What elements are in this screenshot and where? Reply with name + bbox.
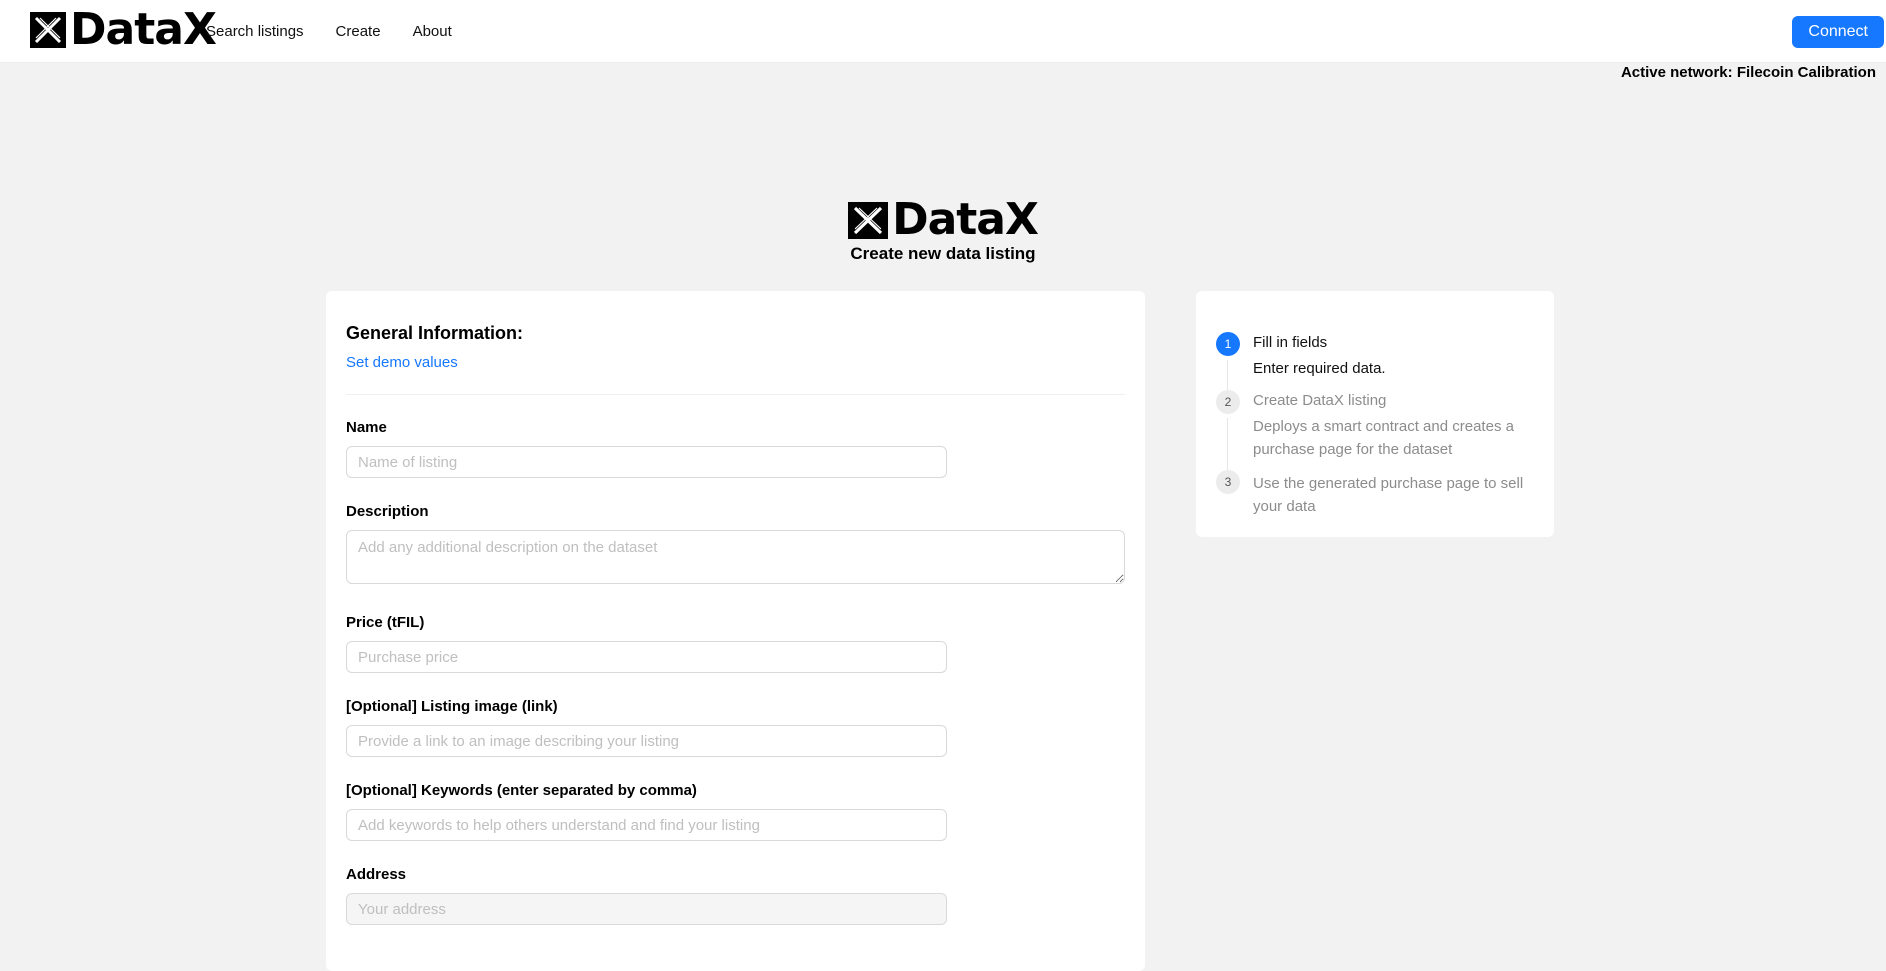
price-input[interactable] (346, 641, 947, 673)
price-field-group: Price (tFIL) (346, 614, 1125, 673)
step-1: 1 Fill in fields Enter required data. (1216, 332, 1536, 390)
address-input (346, 893, 947, 925)
steps-card: 1 Fill in fields Enter required data. 2 … (1196, 291, 1554, 537)
step-number: 2 (1216, 390, 1240, 414)
page-header: DataX Create new data listing (0, 194, 1886, 264)
divider (346, 394, 1125, 395)
name-input[interactable] (346, 446, 947, 478)
connect-button[interactable]: Connect (1792, 16, 1884, 48)
top-navbar: DataX Search listings Create About Conne… (0, 0, 1886, 63)
step-2: 2 Create DataX listing Deploys a smart c… (1216, 390, 1536, 470)
hero-brand-name: DataX (892, 194, 1039, 245)
address-label: Address (346, 866, 407, 883)
image-link-input[interactable] (346, 725, 947, 757)
step-description: Enter required data. (1253, 360, 1386, 377)
page-title: Create new data listing (850, 243, 1036, 263)
name-label: Name (346, 419, 387, 436)
keywords-input[interactable] (346, 809, 947, 841)
brand-name: DataX (70, 4, 217, 55)
address-field-group: Address (346, 866, 1125, 925)
keywords-field-group: [Optional] Keywords (enter separated by … (346, 782, 1125, 841)
datax-x-logo-icon (30, 12, 66, 48)
price-label: Price (tFIL) (346, 614, 425, 631)
description-label: Description (346, 503, 429, 520)
step-3: 3 Use the generated purchase page to sel… (1216, 470, 1536, 526)
nav-about[interactable]: About (413, 23, 452, 40)
step-connector (1227, 418, 1228, 470)
description-field-group: Description (346, 503, 1125, 589)
name-field-group: Name (346, 419, 1125, 478)
step-title: Create DataX listing (1253, 392, 1387, 409)
datax-x-logo-icon (848, 201, 889, 239)
description-textarea[interactable] (346, 530, 1125, 584)
keywords-label: [Optional] Keywords (enter separated by … (346, 782, 697, 799)
step-title: Fill in fields (1253, 334, 1328, 351)
step-number: 3 (1216, 470, 1240, 494)
step-description: Use the generated purchase page to sell … (1253, 475, 1524, 515)
image-link-field-group: [Optional] Listing image (link) (346, 698, 1125, 757)
active-network-label: Active network: Filecoin Calibration (1620, 64, 1876, 81)
step-connector (1227, 360, 1228, 390)
image-link-label: [Optional] Listing image (link) (346, 698, 558, 715)
step-description: Deploys a smart contract and creates a p… (1253, 418, 1514, 458)
nav-create[interactable]: Create (336, 23, 381, 40)
listing-form-card: General Information: Set demo values Nam… (326, 291, 1145, 971)
nav-links: Search listings Create About (206, 0, 484, 63)
nav-search-listings[interactable]: Search listings (206, 23, 304, 40)
step-number: 1 (1216, 332, 1240, 356)
section-title: General Information: (346, 323, 524, 343)
set-demo-values-link[interactable]: Set demo values (346, 354, 458, 371)
hero-brand: DataX (848, 194, 1039, 245)
brand-logo[interactable]: DataX (30, 4, 217, 55)
